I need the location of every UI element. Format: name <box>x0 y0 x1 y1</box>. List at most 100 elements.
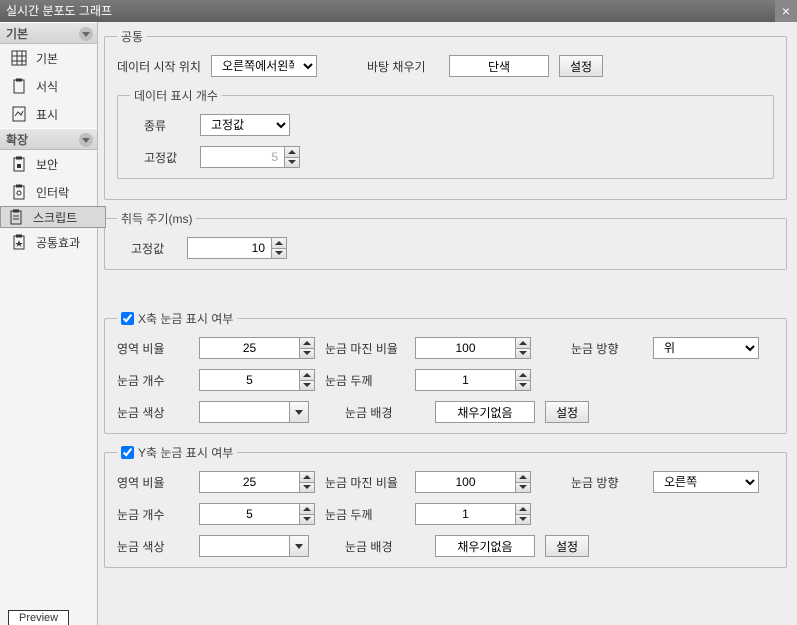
y-margin-ratio-input[interactable] <box>415 471 515 493</box>
y-color-picker[interactable] <box>199 535 309 557</box>
fixed-label: 고정값 <box>130 149 190 166</box>
type-select[interactable]: 고정값 <box>200 114 290 136</box>
xaxis-checkbox[interactable] <box>121 312 134 325</box>
acquisition-group: 취득 주기(ms) 고정값 <box>104 210 787 270</box>
clipboard-effect-icon <box>10 233 28 251</box>
yaxis-legend: Y축 눈금 표시 여부 <box>138 444 233 461</box>
y-color-label: 눈금 색상 <box>117 538 189 555</box>
spin-down-icon[interactable] <box>515 482 531 494</box>
y-bg-setting-button[interactable]: 설정 <box>545 535 589 557</box>
spin-down-icon[interactable] <box>515 380 531 392</box>
window-titlebar: 실시간 분포도 그래프 × <box>0 0 797 22</box>
x-bg-label: 눈금 배경 <box>345 404 425 421</box>
document-chart-icon <box>10 105 28 123</box>
x-color-label: 눈금 색상 <box>117 404 189 421</box>
sidebar-item-format[interactable]: 서식 <box>0 72 97 100</box>
sidebar-item-effect[interactable]: 공통효과 <box>0 228 97 256</box>
clipboard-link-icon <box>10 183 28 201</box>
x-bg-value[interactable] <box>435 401 535 423</box>
chevron-down-icon[interactable] <box>289 535 309 557</box>
x-bg-setting-button[interactable]: 설정 <box>545 401 589 423</box>
sidebar-item-display[interactable]: 표시 <box>0 100 97 128</box>
y-count-label: 눈금 개수 <box>117 506 189 523</box>
acq-fixed-input[interactable] <box>187 237 271 259</box>
start-pos-select[interactable]: 오른쪽에서왼쪽 <box>211 55 317 77</box>
sidebar-item-script[interactable]: 스크립트 <box>0 206 106 228</box>
spin-down-icon[interactable] <box>299 380 315 392</box>
spin-up-icon[interactable] <box>299 503 315 514</box>
x-margin-ratio-label: 눈금 마진 비율 <box>325 340 405 357</box>
spin-up-icon[interactable] <box>515 471 531 482</box>
sidebar-group-label: 확장 <box>6 133 28 147</box>
spin-up-icon[interactable] <box>515 503 531 514</box>
sidebar-item-label: 보안 <box>36 156 58 173</box>
bg-fill-value[interactable] <box>449 55 549 77</box>
sidebar-item-interlock[interactable]: 인터락 <box>0 178 97 206</box>
sidebar-item-label: 표시 <box>36 106 58 123</box>
clipboard-script-icon <box>7 208 25 226</box>
fixed-value-input[interactable] <box>200 146 284 168</box>
sidebar-item-label: 기본 <box>36 50 58 67</box>
acq-fixed-label: 고정값 <box>117 240 177 257</box>
x-thick-input[interactable] <box>415 369 515 391</box>
spin-up-icon[interactable] <box>515 337 531 348</box>
y-bg-label: 눈금 배경 <box>345 538 425 555</box>
preview-label: Preview <box>19 612 58 624</box>
sidebar-item-label: 스크립트 <box>33 209 77 226</box>
xaxis-group: X축 눈금 표시 여부 영역 비율 눈금 마진 비율 눈금 방향 위 눈금 개수 <box>104 310 787 434</box>
spin-up-icon[interactable] <box>299 337 315 348</box>
spin-up-icon[interactable] <box>284 146 300 157</box>
sidebar-group-extended[interactable]: 확장 <box>0 128 97 150</box>
x-margin-ratio-input[interactable] <box>415 337 515 359</box>
bg-fill-label: 바탕 채우기 <box>367 58 439 75</box>
chevron-down-icon[interactable] <box>79 27 93 41</box>
display-count-legend: 데이터 표시 개수 <box>130 87 222 104</box>
spin-down-icon[interactable] <box>299 348 315 360</box>
y-area-ratio-label: 영역 비율 <box>117 474 189 491</box>
x-area-ratio-input[interactable] <box>199 337 299 359</box>
sidebar-item-basic[interactable]: 기본 <box>0 44 97 72</box>
yaxis-group: Y축 눈금 표시 여부 영역 비율 눈금 마진 비율 눈금 방향 오른쪽 눈금 … <box>104 444 787 568</box>
grid-icon <box>10 49 28 67</box>
spin-down-icon[interactable] <box>299 514 315 526</box>
close-icon[interactable]: × <box>775 0 797 22</box>
chevron-down-icon[interactable] <box>289 401 309 423</box>
sidebar-item-security[interactable]: 보안 <box>0 150 97 178</box>
xaxis-legend: X축 눈금 표시 여부 <box>138 310 233 327</box>
y-bg-value[interactable] <box>435 535 535 557</box>
y-margin-ratio-label: 눈금 마진 비율 <box>325 474 405 491</box>
spin-down-icon[interactable] <box>284 157 300 169</box>
y-count-input[interactable] <box>199 503 299 525</box>
x-thick-label: 눈금 두께 <box>325 372 405 389</box>
sidebar-item-label: 공통효과 <box>36 234 80 251</box>
common-group: 공통 데이터 시작 위치 오른쪽에서왼쪽 바탕 채우기 설정 데이터 표시 개수… <box>104 28 787 200</box>
spin-down-icon[interactable] <box>271 248 287 260</box>
x-dir-label: 눈금 방향 <box>571 340 643 357</box>
spin-up-icon[interactable] <box>271 237 287 248</box>
window-title: 실시간 분포도 그래프 <box>6 4 112 18</box>
spin-down-icon[interactable] <box>299 482 315 494</box>
x-dir-select[interactable]: 위 <box>653 337 759 359</box>
spin-down-icon[interactable] <box>515 514 531 526</box>
y-dir-select[interactable]: 오른쪽 <box>653 471 759 493</box>
clipboard-icon <box>10 77 28 95</box>
main-panel: 공통 데이터 시작 위치 오른쪽에서왼쪽 바탕 채우기 설정 데이터 표시 개수… <box>98 22 797 625</box>
x-count-input[interactable] <box>199 369 299 391</box>
spin-up-icon[interactable] <box>299 471 315 482</box>
spin-up-icon[interactable] <box>299 369 315 380</box>
preview-tab[interactable]: Preview <box>8 610 69 625</box>
color-swatch <box>199 535 289 557</box>
chevron-down-icon[interactable] <box>79 133 93 147</box>
sidebar-group-basic[interactable]: 기본 <box>0 22 97 44</box>
acquisition-legend: 취득 주기(ms) <box>117 210 196 227</box>
spin-down-icon[interactable] <box>515 348 531 360</box>
y-thick-input[interactable] <box>415 503 515 525</box>
sidebar: 기본 기본 서식 표시 확장 보안 인터락 스크립트 <box>0 22 98 625</box>
type-label: 종류 <box>130 117 190 134</box>
spin-up-icon[interactable] <box>515 369 531 380</box>
bg-setting-button[interactable]: 설정 <box>559 55 603 77</box>
x-color-picker[interactable] <box>199 401 309 423</box>
y-area-ratio-input[interactable] <box>199 471 299 493</box>
x-count-label: 눈금 개수 <box>117 372 189 389</box>
yaxis-checkbox[interactable] <box>121 446 134 459</box>
